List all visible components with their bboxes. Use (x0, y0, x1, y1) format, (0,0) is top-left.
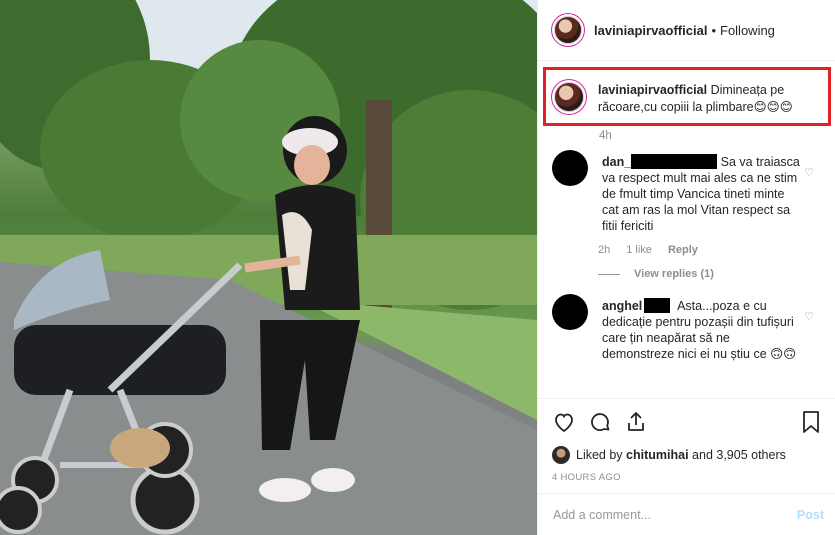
comment-item: dan_ Sa va traiasca va respect mult mai … (552, 150, 820, 234)
comment-body: anghel Asta...poza e cu dedicație pentru… (602, 298, 802, 362)
post-side-panel: laviniapirvaofficial • Following lavinia… (537, 0, 835, 535)
bookmark-icon[interactable] (800, 410, 822, 434)
view-replies-button[interactable]: View replies (1) (598, 268, 820, 280)
view-replies-line (598, 273, 620, 275)
comment-item: anghel Asta...poza e cu dedicație pentru… (552, 294, 820, 362)
add-comment-bar: Post (538, 493, 835, 535)
author-avatar[interactable] (554, 16, 582, 44)
comment-username[interactable]: dan_ (602, 155, 631, 169)
view-replies-label[interactable]: View replies (1) (634, 268, 714, 280)
caption-time: 4h (599, 130, 612, 142)
photo-illustration (0, 0, 537, 535)
comment-reply-button[interactable]: Reply (668, 244, 698, 256)
post-comment-button[interactable]: Post (797, 508, 824, 522)
caption-avatar[interactable] (554, 82, 584, 112)
instagram-post-view: laviniapirvaofficial • Following lavinia… (0, 0, 835, 535)
post-header: laviniapirvaofficial • Following (538, 0, 835, 61)
heart-icon[interactable] (552, 410, 576, 434)
likes-count[interactable]: and 3,905 others (692, 448, 786, 462)
caption-text: laviniapirvaofficial Dimineața pe răcoar… (598, 82, 820, 116)
comment-avatar-redacted[interactable] (552, 150, 588, 186)
post-photo[interactable] (0, 0, 537, 535)
likes-summary: Liked by chitumihai and 3,905 others (552, 446, 822, 464)
share-icon[interactable] (624, 410, 648, 434)
comment-meta: 2h 1 like Reply (598, 244, 820, 256)
post-caption: laviniapirvaofficial Dimineața pe răcoar… (554, 82, 820, 116)
comment-like-count[interactable]: 1 like (626, 244, 652, 256)
redaction-bar (644, 298, 671, 313)
comment-icon[interactable] (588, 410, 612, 434)
comment-time: 2h (598, 244, 611, 256)
likes-prefix: Liked by (576, 448, 623, 462)
comment-username[interactable]: anghel (602, 299, 642, 313)
caption-username[interactable]: laviniapirvaofficial (598, 83, 707, 97)
comment-like-heart-icon[interactable]: ♡ (804, 166, 814, 179)
comment-like-heart-icon[interactable]: ♡ (804, 310, 814, 323)
comment-body: dan_ Sa va traiasca va respect mult mai … (602, 154, 802, 234)
redaction-bar (631, 154, 718, 169)
post-timestamp: 4 HOURS AGO (552, 472, 621, 483)
author-username[interactable]: laviniapirvaofficial (594, 23, 707, 38)
post-actions: Liked by chitumihai and 3,905 others 4 H… (538, 398, 835, 483)
action-icons (552, 407, 822, 437)
liker-avatar[interactable] (552, 446, 570, 464)
header-separator: • (711, 22, 716, 38)
liker-username[interactable]: chitumihai (626, 448, 689, 462)
follow-status-button[interactable]: Following (720, 23, 775, 38)
comment-avatar-redacted[interactable] (552, 294, 588, 330)
comment-input[interactable] (553, 507, 797, 522)
comments-list[interactable]: laviniapirvaofficial Dimineața pe răcoar… (538, 62, 835, 398)
